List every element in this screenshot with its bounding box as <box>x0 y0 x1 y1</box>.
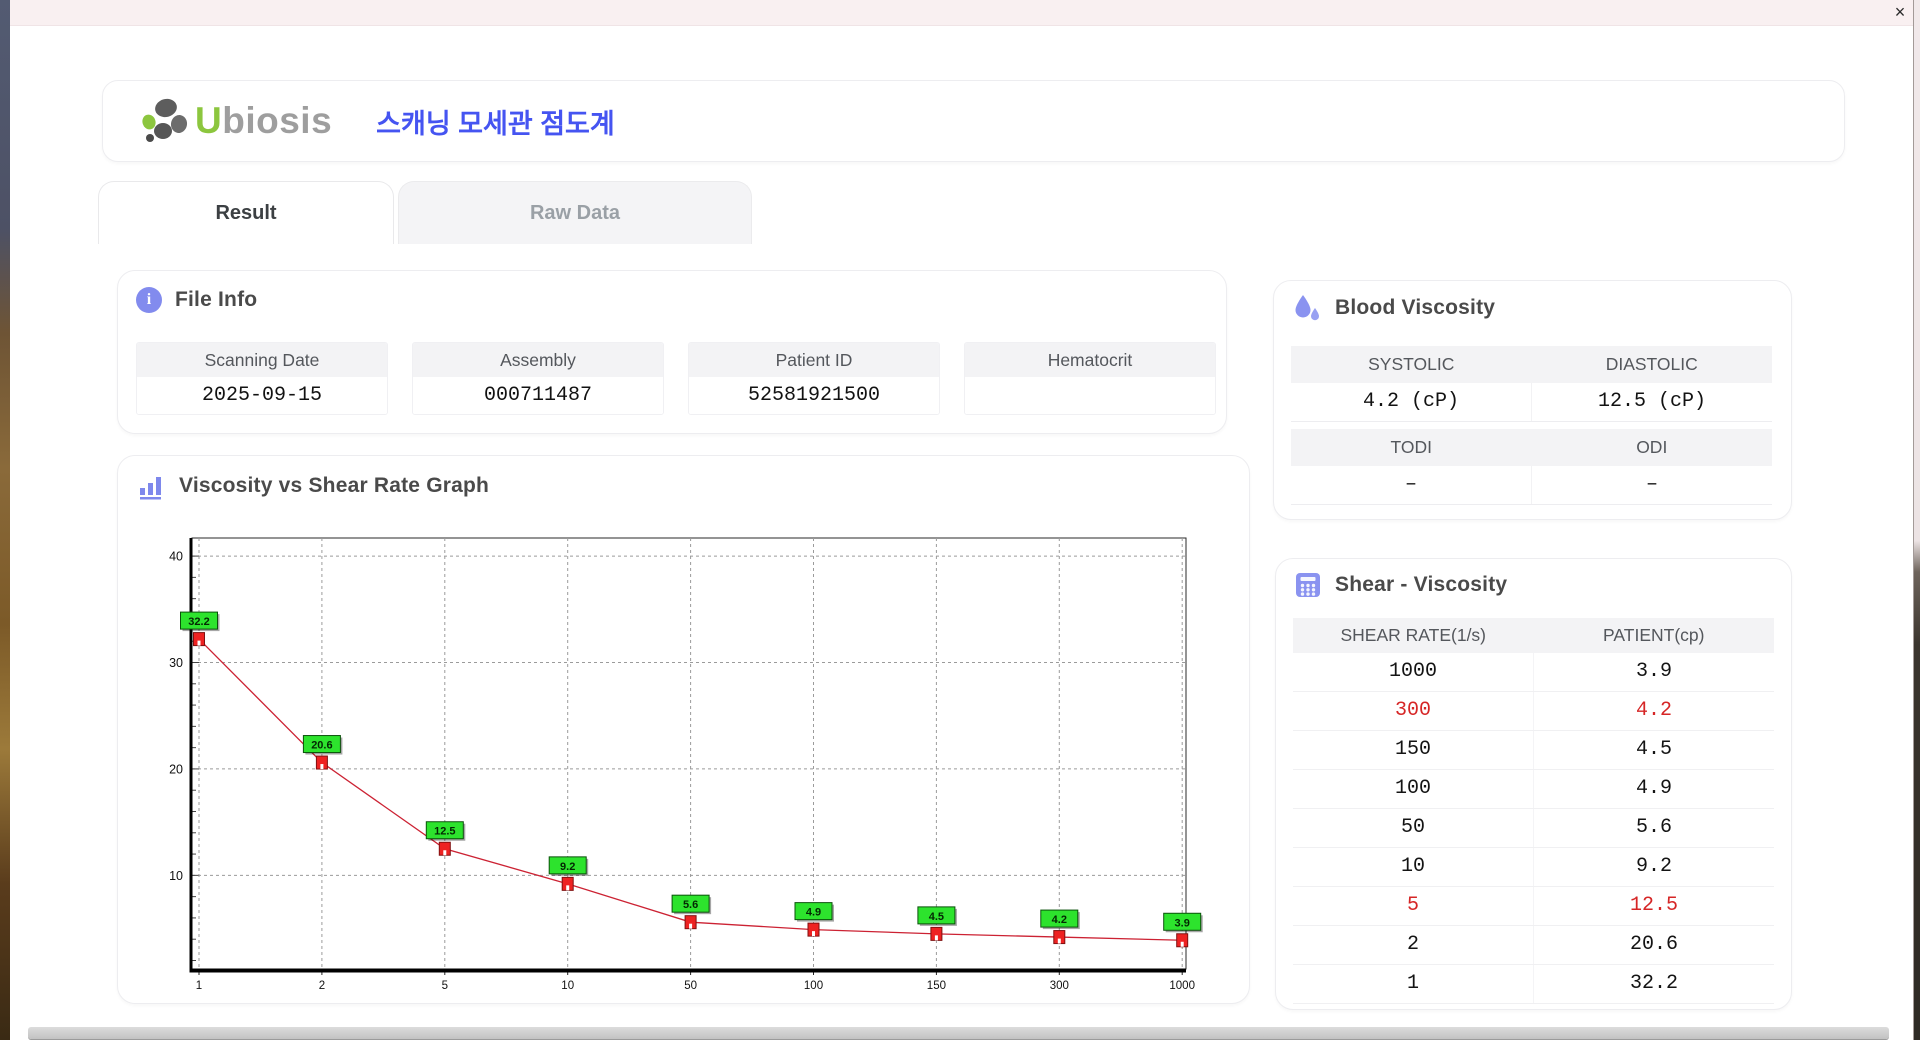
logo-text: Ubiosis <box>195 100 333 141</box>
shear-rate-cell: 1 <box>1406 972 1419 995</box>
table-row: 150 4.5 <box>1293 731 1774 770</box>
tab-raw-data[interactable]: Raw Data <box>398 181 752 244</box>
field-value: 52581921500 <box>689 377 939 414</box>
todi-value: – <box>1404 473 1417 496</box>
tab-result[interactable]: Result <box>98 181 394 244</box>
svg-text:4.9: 4.9 <box>806 907 821 919</box>
field-hematocrit: Hematocrit <box>964 342 1216 415</box>
patient-cell: 4.9 <box>1533 770 1774 808</box>
svg-text:5.6: 5.6 <box>683 899 698 911</box>
file-info-title: File Info <box>175 288 258 311</box>
patient-cell: 4.5 <box>1533 731 1774 769</box>
info-icon: i <box>136 287 162 313</box>
field-scanning-date: Scanning Date 2025-09-15 <box>136 342 388 415</box>
odi-label: ODI <box>1636 437 1668 457</box>
tab-result-label: Result <box>215 201 277 224</box>
systolic-value: 4.2 (cP) <box>1362 390 1459 413</box>
patient-cell: 4.2 <box>1533 692 1774 730</box>
shear-rate-cell: 5 <box>1406 894 1419 917</box>
ubiosis-logo: Ubiosis <box>139 95 332 147</box>
diastolic-value: 12.5 (cP) <box>1531 383 1772 421</box>
patient-cell: 20.6 <box>1533 926 1774 964</box>
viscosity-chart: 10 20 30 40 1 2 5 10 50 100 150 300 1000 32.2 20.6 12.5… <box>169 537 1203 992</box>
svg-text:1000: 1000 <box>1169 980 1195 992</box>
shear-rate-cell: 150 <box>1394 738 1431 761</box>
app-title: 스캐닝 모세관 점도계 <box>376 108 615 139</box>
field-value: 2025-09-15 <box>137 377 387 414</box>
systolic-label: SYSTOLIC <box>1368 354 1455 374</box>
table-row: 2 20.6 <box>1293 926 1774 965</box>
shear-rate-cell: 10 <box>1400 855 1425 878</box>
shear-rate-cell: 300 <box>1394 699 1431 722</box>
tab-raw-data-label: Raw Data <box>529 201 621 224</box>
svg-text:40: 40 <box>169 550 183 564</box>
viscosity-graph-card: Viscosity vs Shear Rate Graph 10 20 30 40 1 2… <box>117 455 1250 1004</box>
svg-text:10: 10 <box>169 869 183 883</box>
table-row: 300 4.2 <box>1293 692 1774 731</box>
diastolic-label: DIASTOLIC <box>1605 354 1698 374</box>
app-header-card: Ubiosis 스캐닝 모세관 점도계 <box>102 80 1845 162</box>
blood-viscosity-title: Blood Viscosity <box>1335 296 1496 319</box>
svg-text:1: 1 <box>196 980 202 992</box>
todi-label: TODI <box>1390 437 1433 457</box>
svg-text:100: 100 <box>804 980 823 992</box>
odi-value: – <box>1531 466 1772 504</box>
field-assembly: Assembly 000711487 <box>412 342 664 415</box>
table-row: 50 5.6 <box>1293 809 1774 848</box>
svg-text:9.2: 9.2 <box>560 861 575 873</box>
svg-text:20.6: 20.6 <box>311 740 332 752</box>
file-info-fields: Scanning Date 2025-09-15 Assembly 000711… <box>136 342 1216 415</box>
shear-rate-header: SHEAR RATE(1/s) <box>1340 625 1487 645</box>
svg-text:300: 300 <box>1050 980 1069 992</box>
shear-rate-cell: 100 <box>1394 777 1431 800</box>
patient-cell: 32.2 <box>1533 965 1774 1003</box>
table-row: 10 9.2 <box>1293 848 1774 887</box>
field-label: Scanning Date <box>137 343 387 377</box>
patient-cell: 12.5 <box>1533 887 1774 925</box>
patient-cell: 5.6 <box>1533 809 1774 847</box>
table-row: 5 12.5 <box>1293 887 1774 926</box>
table-row: 100 4.9 <box>1293 770 1774 809</box>
field-label: Hematocrit <box>965 343 1215 377</box>
patient-cell: 9.2 <box>1533 848 1774 886</box>
svg-text:150: 150 <box>927 980 946 992</box>
table-row: 1000 3.9 <box>1293 653 1774 692</box>
droplets-icon <box>1295 295 1319 321</box>
svg-text:30: 30 <box>169 656 183 670</box>
shear-viscosity-card: Shear - Viscosity SHEAR RATE(1/s) PATIEN… <box>1275 558 1792 1010</box>
file-info-card: i File Info Scanning Date 2025-09-15 Ass… <box>117 270 1227 434</box>
svg-text:50: 50 <box>684 980 697 992</box>
patient-cell: 3.9 <box>1533 653 1774 691</box>
blood-viscosity-table: SYSTOLIC DIASTOLIC 4.2 (cP) 12.5 (cP) TO… <box>1291 346 1772 505</box>
shear-viscosity-table: SHEAR RATE(1/s) PATIENT(cp) 1000 3.9 300… <box>1293 618 1774 1004</box>
svg-text:3.9: 3.9 <box>1175 917 1190 929</box>
desktop-background-right <box>1913 0 1920 1040</box>
window-titlebar <box>10 0 1913 26</box>
shear-rate-cell: 2 <box>1406 933 1419 956</box>
svg-text:4.2: 4.2 <box>1052 914 1067 926</box>
ubiosis-pebbles-icon <box>142 98 188 142</box>
table-row: 1 32.2 <box>1293 965 1774 1004</box>
window-bottom-bar <box>28 1027 1889 1039</box>
svg-text:2: 2 <box>319 980 325 992</box>
field-patient-id: Patient ID 52581921500 <box>688 342 940 415</box>
shear-viscosity-title: Shear - Viscosity <box>1335 573 1508 596</box>
field-label: Assembly <box>413 343 663 377</box>
shear-rate-cell: 1000 <box>1388 660 1437 683</box>
svg-text:4.5: 4.5 <box>929 911 944 923</box>
field-value <box>965 377 1215 414</box>
svg-text:5: 5 <box>442 980 448 992</box>
close-icon[interactable]: × <box>1889 2 1911 24</box>
table-grid-icon <box>1296 573 1320 597</box>
svg-text:32.2: 32.2 <box>188 616 209 628</box>
blood-viscosity-card: Blood Viscosity SYSTOLIC DIASTOLIC 4.2 (… <box>1273 280 1792 520</box>
field-value: 000711487 <box>413 377 663 414</box>
desktop-background-left <box>0 0 10 1040</box>
svg-text:10: 10 <box>561 980 574 992</box>
patient-header: PATIENT(cp) <box>1603 625 1705 645</box>
svg-text:20: 20 <box>169 762 183 776</box>
shear-rate-cell: 50 <box>1400 816 1425 839</box>
svg-text:12.5: 12.5 <box>434 826 455 838</box>
field-label: Patient ID <box>689 343 939 377</box>
